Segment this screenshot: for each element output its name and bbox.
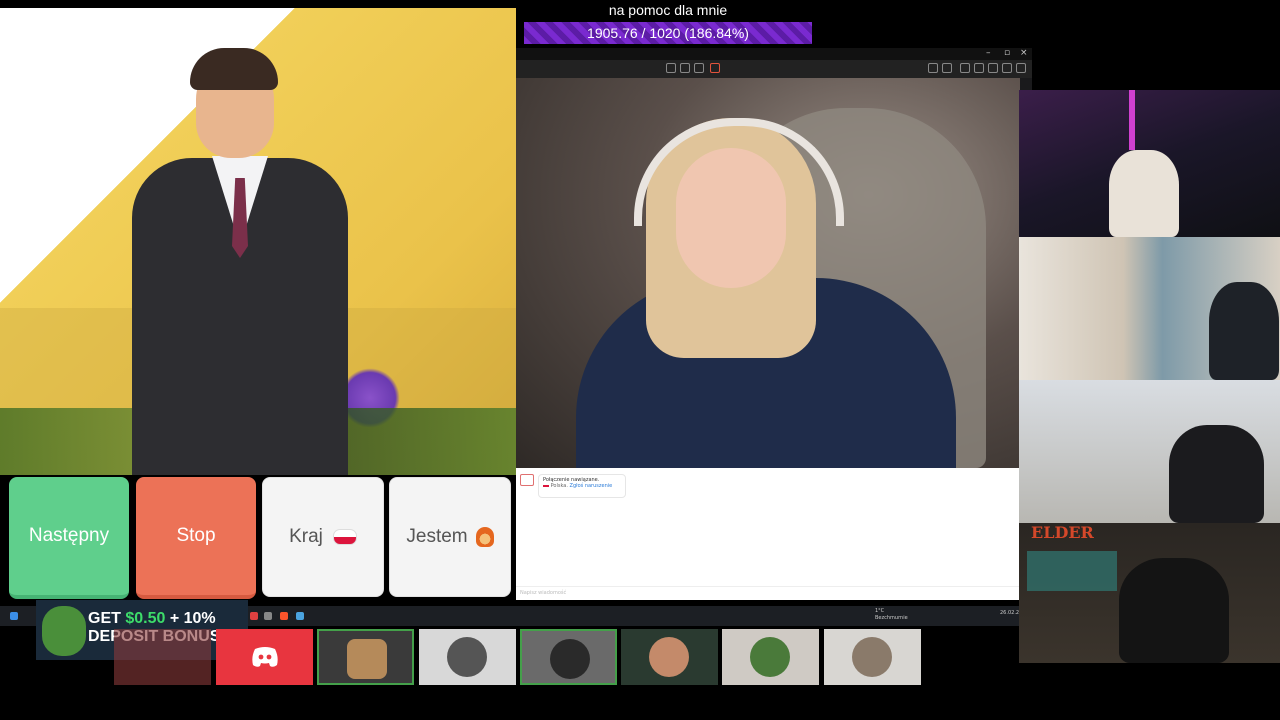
participant-avatar — [649, 637, 689, 677]
participant-avatar — [447, 637, 487, 677]
weather-desc: Bezchmurnie — [875, 615, 908, 621]
ad-line1-prefix: GET — [88, 610, 126, 627]
zoom-icon[interactable] — [680, 63, 690, 73]
minimize-icon[interactable]: – — [986, 48, 991, 58]
discord-tile[interactable] — [216, 629, 313, 685]
partner-video — [516, 78, 1020, 468]
mascot-icon — [42, 606, 86, 656]
participant-avatar — [852, 637, 892, 677]
downloads-icon[interactable] — [988, 63, 998, 73]
streamer-cam-1 — [1019, 90, 1280, 237]
browser-window: – ▫ × — [516, 48, 1032, 468]
participant-tile[interactable] — [419, 629, 516, 685]
steam-app-icon[interactable] — [296, 612, 304, 620]
streamer-person — [1109, 150, 1179, 237]
streamer-cam-2 — [1019, 237, 1280, 380]
streamer-person — [1209, 282, 1279, 380]
stop-button[interactable]: Stop — [136, 477, 256, 599]
participant-avatar — [550, 639, 590, 679]
star-icon[interactable] — [694, 63, 704, 73]
shield-icon[interactable] — [928, 63, 938, 73]
participant-tile[interactable] — [317, 629, 414, 685]
participant-tile[interactable] — [824, 629, 921, 685]
aquarium — [1027, 551, 1117, 591]
participant-tile[interactable] — [520, 629, 617, 685]
ad-line1-suffix: + 10% — [165, 610, 216, 627]
poland-flag-icon — [332, 529, 357, 545]
participant-tile[interactable] — [722, 629, 819, 685]
led-light — [1129, 90, 1135, 150]
iam-button[interactable]: Jestem — [389, 477, 511, 597]
system-avatar-icon — [520, 474, 534, 486]
translate-icon[interactable] — [666, 63, 676, 73]
streamer-person — [1119, 558, 1229, 663]
participant-avatar — [750, 637, 790, 677]
participant-avatar — [347, 639, 387, 679]
participant-tile[interactable] — [621, 629, 718, 685]
woman-emoji-icon — [475, 527, 494, 547]
app-icon[interactable] — [250, 612, 258, 620]
stop-button-label: Stop — [176, 525, 216, 546]
close-icon[interactable]: × — [1020, 48, 1028, 58]
browser-app-icon[interactable] — [280, 612, 288, 620]
chat-country: Polska. — [550, 483, 568, 489]
menu-icon[interactable] — [942, 63, 952, 73]
next-button[interactable]: Następny — [9, 477, 129, 599]
chat-input-placeholder: Napisz wiadomość — [520, 590, 567, 596]
poland-flag-icon — [543, 483, 549, 487]
weather-temp: 1°C — [875, 608, 885, 614]
app-icon[interactable] — [264, 612, 272, 620]
streamer-cam-3 — [1019, 380, 1280, 523]
country-button-label: Kraj — [289, 526, 323, 547]
weather-widget[interactable]: 1°C Bezchmurnie — [875, 608, 908, 622]
report-link[interactable]: Zgłoś naruszenie — [570, 483, 613, 489]
browser-titlebar: – ▫ × — [516, 48, 1032, 60]
stranger-video — [0, 8, 516, 475]
chat-message: Połączenie nawiązane. Polska. Zgłoś naru… — [538, 474, 626, 498]
elder-logo: ELDER — [1031, 523, 1094, 542]
chat-panel: Połączenie nawiązane. Polska. Zgłoś naru… — [516, 468, 1019, 600]
browser-toolbar — [516, 60, 1032, 78]
windows-start-icon[interactable] — [10, 612, 18, 620]
person-hair — [190, 48, 278, 90]
music-icon[interactable] — [960, 63, 970, 73]
streamer-person — [1169, 425, 1264, 523]
country-button[interactable]: Kraj — [262, 477, 384, 597]
settings-icon[interactable] — [1016, 63, 1026, 73]
extension-icon[interactable] — [710, 63, 720, 73]
discord-icon — [251, 647, 278, 667]
maximize-icon[interactable]: ▫ — [1004, 48, 1010, 58]
profile-icon[interactable] — [1002, 63, 1012, 73]
chat-input[interactable]: Napisz wiadomość — [516, 586, 1019, 600]
goal-progress-bar: 1905.76 / 1020 (186.84%) — [524, 22, 812, 44]
sidebar-icon[interactable] — [974, 63, 984, 73]
goal-title: na pomoc dla mnie — [608, 2, 728, 18]
participant-tile[interactable] — [114, 629, 211, 685]
next-button-label: Następny — [28, 525, 110, 546]
streamer-cam-4: ELDER — [1019, 523, 1280, 663]
iam-button-label: Jestem — [406, 526, 468, 547]
ad-line1-amount: $0.50 — [125, 610, 166, 627]
